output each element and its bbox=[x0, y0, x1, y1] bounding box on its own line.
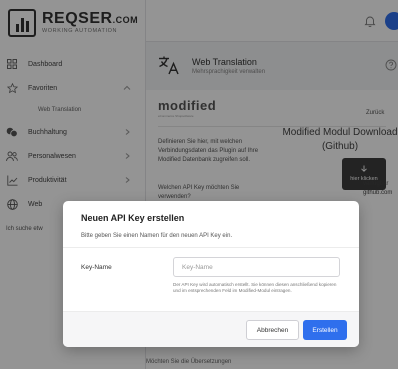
create-button[interactable]: Erstellen bbox=[303, 320, 347, 340]
key-name-input[interactable] bbox=[173, 257, 340, 277]
dialog-footer: Abbrechen Erstellen bbox=[63, 311, 359, 347]
dialog-title: Neuen API Key erstellen bbox=[81, 213, 185, 223]
key-name-label: Key-Name bbox=[81, 264, 112, 271]
cancel-button[interactable]: Abbrechen bbox=[246, 320, 299, 340]
create-api-key-dialog: Neuen API Key erstellen Bitte geben Sie … bbox=[63, 201, 359, 347]
dialog-divider bbox=[63, 247, 359, 248]
dialog-description: Bitte geben Sie einen Namen für den neue… bbox=[81, 233, 233, 239]
key-name-hint: Der API Key wird automatisch erstellt. S… bbox=[173, 282, 337, 294]
